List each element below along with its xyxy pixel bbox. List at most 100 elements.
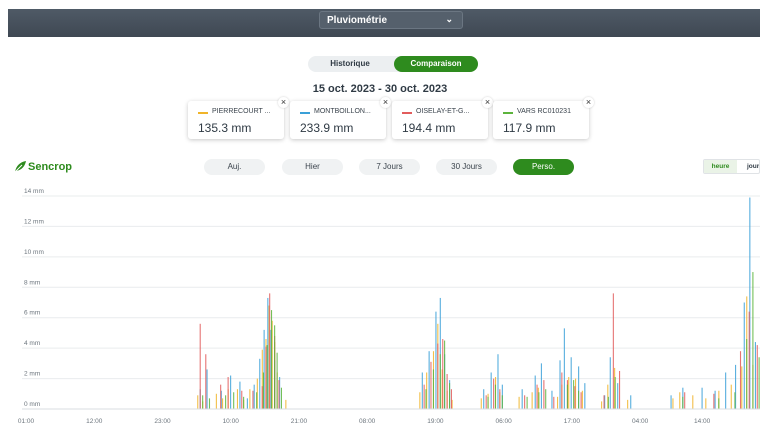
- y-tick-label: 8 mm: [24, 279, 40, 286]
- period-7days-button[interactable]: 7 Jours: [359, 159, 420, 175]
- station-name: VARS RC010231: [517, 108, 571, 115]
- rain-bar: [230, 375, 232, 409]
- station-card-oiselay[interactable]: OISELAY-ET-G... 194.4 mm ×: [392, 97, 493, 139]
- granularity-hour-button[interactable]: heure: [704, 160, 737, 173]
- station-card-vars[interactable]: VARS RC010231 117.9 mm ×: [493, 97, 594, 139]
- rain-bar: [439, 354, 441, 409]
- rainfall-chart: 0 mm 2 mm 4 mm 6 mm 8 mm 10 mm 12 mm 14 mm 01:00…: [18, 188, 760, 423]
- rain-bar: [246, 398, 248, 409]
- station-total: 233.9 mm: [300, 121, 354, 135]
- rain-bar: [278, 380, 280, 409]
- rain-bar: [222, 398, 224, 409]
- close-icon[interactable]: ×: [583, 97, 594, 108]
- y-tick-label: 2 mm: [24, 371, 40, 378]
- station-total: 117.9 mm: [503, 121, 556, 135]
- granularity-day-button[interactable]: jour: [738, 160, 759, 173]
- rain-bar: [580, 392, 582, 409]
- station-name: PIERRECOURT ...: [212, 108, 271, 115]
- rain-bar: [609, 357, 611, 409]
- date-range: 15 oct. 2023 - 30 oct. 2023: [312, 83, 448, 95]
- rain-bar: [551, 390, 553, 409]
- x-tick-label: 19:00: [427, 418, 444, 423]
- rain-bar: [670, 395, 672, 409]
- station-color-swatch: [198, 112, 208, 114]
- rain-bar: [285, 399, 287, 409]
- rain-bar: [612, 293, 614, 409]
- rain-bar: [561, 372, 563, 409]
- rain-bar: [442, 339, 444, 409]
- rain-bar: [534, 375, 536, 409]
- y-tick-label: 0 mm: [24, 401, 40, 408]
- rain-bar: [574, 386, 576, 409]
- rain-bar: [449, 383, 451, 409]
- rain-bar: [734, 392, 736, 409]
- rain-bar: [617, 383, 619, 409]
- rain-bar: [266, 345, 268, 409]
- rain-bar: [553, 396, 555, 409]
- rain-bar: [672, 398, 674, 409]
- rain-bar: [252, 390, 254, 409]
- x-tick-label: 17:00: [564, 418, 581, 423]
- mode-toggle: Historique Comparaison: [308, 56, 478, 72]
- rain-bar: [705, 398, 707, 409]
- rain-bar: [253, 384, 255, 409]
- x-tick-label: 21:00: [291, 418, 308, 423]
- close-icon[interactable]: ×: [482, 97, 493, 108]
- rain-bar: [570, 357, 572, 409]
- x-tick-label: 06:00: [496, 418, 513, 423]
- rain-bar: [538, 392, 540, 409]
- x-tick-label: 01:00: [18, 418, 35, 423]
- period-today-button[interactable]: Auj.: [204, 159, 265, 175]
- rain-bar: [692, 395, 694, 409]
- x-tick-label: 04:00: [632, 418, 649, 423]
- rain-bar: [270, 310, 273, 409]
- rain-bar: [446, 374, 448, 409]
- historique-button[interactable]: Historique: [308, 56, 392, 72]
- close-icon[interactable]: ×: [380, 97, 391, 108]
- rain-bar: [730, 384, 732, 409]
- y-tick-label: 10 mm: [24, 249, 44, 256]
- rain-bar: [713, 393, 715, 409]
- rain-bar: [435, 311, 437, 409]
- station-total: 194.4 mm: [402, 121, 456, 135]
- rain-bar: [197, 395, 199, 409]
- rain-bar: [256, 392, 258, 409]
- x-tick-label: 23:00: [154, 418, 171, 423]
- rain-bar: [543, 380, 545, 409]
- rain-bar: [578, 390, 580, 409]
- rain-bar: [243, 396, 245, 409]
- rain-bar: [601, 401, 603, 409]
- rain-bar: [444, 340, 446, 409]
- period-custom-button[interactable]: Perso.: [513, 159, 574, 175]
- rain-bar: [501, 395, 503, 409]
- rain-bar: [756, 345, 758, 409]
- granularity-toggle: heure jour: [703, 159, 760, 174]
- rain-bar: [483, 389, 485, 409]
- rain-bar: [563, 328, 565, 409]
- rain-bar: [748, 311, 750, 409]
- rain-bar: [521, 389, 523, 409]
- station-card-montboillon[interactable]: MONTBOILLON... 233.9 mm ×: [290, 97, 391, 139]
- period-yesterday-button[interactable]: Hier: [282, 159, 343, 175]
- period-30days-button[interactable]: 30 Jours: [436, 159, 497, 175]
- rain-bar: [630, 395, 632, 409]
- rain-bar: [233, 392, 235, 409]
- rain-bar: [239, 381, 241, 409]
- rain-bar: [423, 384, 425, 409]
- comparaison-button[interactable]: Comparaison: [394, 56, 478, 72]
- rain-bar: [241, 390, 243, 409]
- rain-bar: [274, 325, 276, 409]
- sencrop-leaf-icon: [14, 161, 26, 173]
- rain-bar: [261, 386, 263, 409]
- sencrop-logo-text: Sencrop: [28, 161, 73, 173]
- rain-bar: [526, 396, 528, 409]
- close-icon[interactable]: ×: [278, 97, 289, 108]
- rain-bar: [430, 361, 432, 409]
- metric-select-label: Pluviométrie: [327, 15, 388, 26]
- rain-bar: [545, 389, 547, 409]
- rain-bar: [725, 372, 727, 409]
- rain-bar: [262, 372, 265, 409]
- station-color-swatch: [402, 112, 412, 114]
- station-card-pierrecourt[interactable]: PIERRECOURT ... 135.3 mm ×: [188, 97, 289, 139]
- metric-select[interactable]: Pluviométrie ⌄: [319, 11, 463, 29]
